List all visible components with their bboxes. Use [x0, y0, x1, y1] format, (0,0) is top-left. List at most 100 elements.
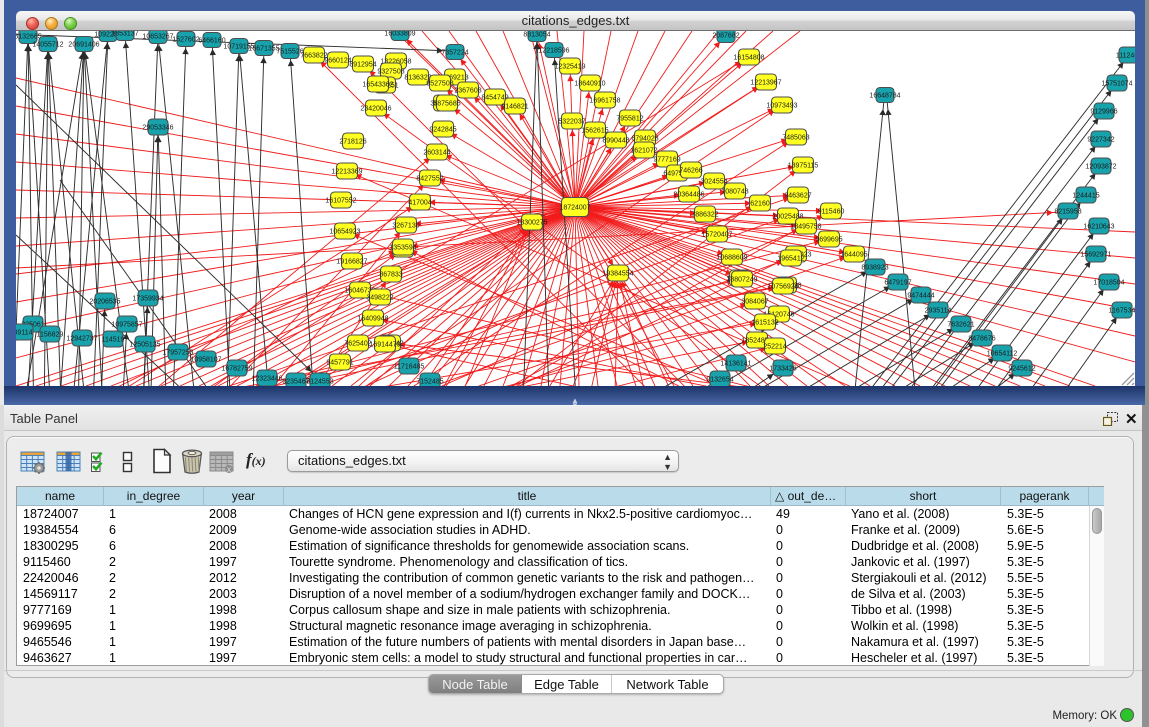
svg-text:3084067: 3084067: [741, 298, 768, 305]
svg-text:8478676: 8478676: [968, 335, 995, 342]
svg-text:16107552: 16107552: [325, 197, 356, 204]
svg-text:16782759: 16782759: [221, 365, 252, 372]
svg-text:9146821: 9146821: [501, 103, 528, 110]
svg-text:9327508: 9327508: [377, 68, 404, 75]
svg-text:1562615: 1562615: [581, 127, 608, 134]
svg-text:1527602: 1527602: [172, 36, 199, 43]
svg-text:10654112: 10654112: [987, 350, 1018, 357]
svg-text:9474444: 9474444: [907, 292, 934, 299]
svg-text:16648784: 16648784: [869, 92, 900, 99]
svg-text:12323446: 12323446: [251, 375, 282, 382]
svg-text:10975857: 10975857: [111, 321, 142, 328]
svg-text:9457791: 9457791: [326, 359, 353, 366]
svg-text:10653267: 10653267: [142, 33, 173, 40]
svg-text:x: x: [227, 465, 231, 474]
svg-text:1965412: 1965412: [777, 255, 804, 262]
svg-text:12213967: 12213967: [750, 79, 781, 86]
svg-text:17018504: 17018504: [1093, 279, 1124, 286]
svg-text:9115460: 9115460: [818, 208, 845, 215]
svg-text:16914479: 16914479: [369, 341, 400, 348]
svg-text:8912954: 8912954: [349, 61, 376, 68]
svg-text:29053346: 29053346: [142, 124, 173, 131]
svg-text:7955812: 7955812: [616, 115, 643, 122]
svg-text:18495758: 18495758: [790, 223, 821, 230]
svg-text:1353594: 1353594: [389, 244, 416, 251]
svg-text:18724007: 18724007: [559, 204, 590, 211]
svg-text:13975115: 13975115: [788, 162, 819, 169]
svg-text:8132665: 8132665: [16, 33, 42, 40]
svg-text:16671355: 16671355: [248, 45, 279, 52]
svg-text:62160: 62160: [750, 200, 770, 207]
svg-text:16210643: 16210643: [1083, 223, 1114, 230]
svg-text:18807249: 18807249: [726, 276, 757, 283]
svg-text:20691406: 20691406: [68, 41, 99, 48]
svg-text:9777169: 9777169: [653, 156, 680, 163]
svg-text:252214: 252214: [763, 343, 786, 350]
svg-text:746266: 746266: [679, 167, 702, 174]
svg-text:2087682: 2087682: [712, 32, 739, 39]
svg-text:12325419: 12325419: [554, 63, 585, 70]
svg-text:17359934: 17359934: [132, 295, 163, 302]
svg-text:417004: 417004: [408, 199, 431, 206]
svg-text:1244415: 1244415: [1072, 192, 1099, 199]
svg-text:15751074: 15751074: [1101, 80, 1132, 87]
svg-text:10756928: 10756928: [767, 283, 798, 290]
svg-text:1615132: 1615132: [751, 319, 778, 326]
svg-text:20364486: 20364486: [673, 191, 704, 198]
svg-text:11716485: 11716485: [394, 363, 425, 370]
svg-text:114519: 114519: [102, 336, 125, 343]
svg-text:3267130: 3267130: [392, 222, 419, 229]
svg-text:8124553: 8124553: [306, 378, 333, 385]
svg-text:12942737: 12942737: [66, 335, 97, 342]
svg-text:39114: 39114: [16, 329, 33, 336]
svg-text:3498222: 3498222: [366, 294, 393, 301]
svg-text:8990448: 8990448: [602, 137, 629, 144]
svg-text:8215958: 8215958: [1054, 208, 1081, 215]
svg-text:19166827: 19166827: [336, 258, 367, 265]
svg-text:1167534: 1167534: [1109, 307, 1135, 314]
svg-text:8813054: 8813054: [523, 31, 550, 38]
svg-text:1156829: 1156829: [37, 331, 64, 338]
svg-text:7632621: 7632621: [947, 321, 974, 328]
svg-text:9242845: 9242845: [429, 126, 456, 133]
svg-text:12213369: 12213369: [331, 168, 362, 175]
svg-text:7625402: 7625402: [344, 340, 371, 347]
svg-text:9699695: 9699695: [815, 236, 842, 243]
svg-text:2603144: 2603144: [423, 149, 450, 156]
svg-text:2718126: 2718126: [339, 138, 366, 145]
svg-text:7152485: 7152485: [416, 378, 443, 385]
svg-text:1621072: 1621072: [630, 147, 657, 154]
svg-text:9129966: 9129966: [1090, 108, 1117, 115]
svg-text:8427552: 8427552: [416, 175, 443, 182]
svg-text:20206535: 20206535: [89, 298, 120, 305]
svg-text:6479197: 6479197: [884, 279, 911, 286]
svg-text:8938923: 8938923: [861, 264, 888, 271]
svg-text:3024554: 3024554: [700, 178, 727, 185]
svg-text:1644095: 1644095: [840, 251, 867, 258]
svg-text:15720407: 15720407: [701, 231, 732, 238]
svg-text:10973493: 10973493: [766, 102, 797, 109]
svg-text:7357224: 7357224: [441, 49, 468, 56]
svg-text:16543362: 16543362: [362, 81, 393, 88]
svg-text:19384554: 19384554: [602, 270, 633, 277]
svg-text:12093872: 12093872: [1085, 163, 1116, 170]
svg-text:1112465: 1112465: [1116, 52, 1135, 59]
svg-text:12218596: 12218596: [538, 47, 569, 54]
svg-text:9660124: 9660124: [324, 57, 351, 64]
svg-text:9527508: 9527508: [426, 80, 453, 87]
svg-text:5875685: 5875685: [433, 100, 460, 107]
svg-text:18640910: 18640910: [574, 80, 605, 87]
svg-text:10958107: 10958107: [190, 356, 221, 363]
svg-text:1853137: 1853137: [111, 31, 138, 37]
svg-text:5322037: 5322037: [558, 118, 585, 125]
svg-text:1733426: 1733426: [769, 365, 796, 372]
svg-text:17957253: 17957253: [162, 349, 193, 356]
svg-text:15692971: 15692971: [1080, 251, 1111, 258]
svg-text:14055712: 14055712: [32, 41, 63, 48]
svg-text:2367608: 2367608: [454, 87, 481, 94]
svg-text:6794028: 6794028: [631, 135, 658, 142]
svg-text:9132654: 9132654: [706, 376, 733, 383]
svg-text:10688609: 10688609: [716, 254, 747, 261]
svg-text:16154808: 16154808: [733, 54, 764, 61]
svg-text:9245612: 9245612: [1008, 365, 1035, 372]
